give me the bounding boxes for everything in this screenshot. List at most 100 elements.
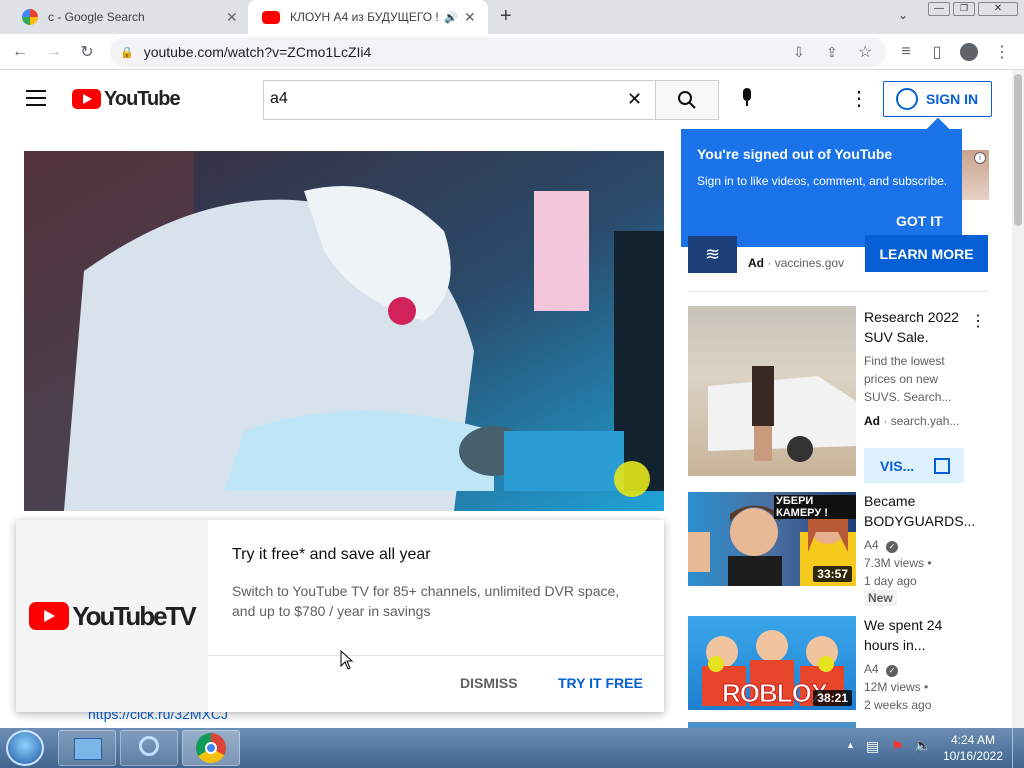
channel-name: A4 — [864, 662, 879, 676]
new-tab-icon[interactable]: + — [500, 5, 512, 28]
external-link-icon — [934, 457, 951, 474]
tab-youtube[interactable]: КЛОУН А4 из БУДУЩЕГО ! 🔊 ✕ — [248, 0, 488, 34]
search-input[interactable]: a4 ✕ — [263, 80, 656, 120]
taskbar-control-panel[interactable] — [58, 730, 116, 766]
tooltip-title: You're signed out of YouTube — [697, 146, 893, 162]
ad-info-icon[interactable]: i — [974, 152, 986, 164]
tooltip-body: Sign in to like videos, comment, and sub… — [697, 174, 948, 188]
ad-suv-title[interactable]: Research 2022 SUV Sale. — [864, 307, 969, 347]
windows-taskbar: ▲ ▤ ⚑ 🔈 4:24 AM 10/16/2022 — [0, 728, 1024, 768]
microphone-icon[interactable] — [739, 88, 755, 110]
view-count: 12M views — [864, 680, 921, 694]
video-title[interactable]: Became BODYGUARDS... — [864, 491, 975, 531]
youtube-play-icon — [72, 89, 101, 109]
back-arrow-icon[interactable]: ← — [8, 40, 32, 64]
show-desktop-button[interactable] — [1012, 728, 1024, 768]
profile-avatar-icon[interactable] — [957, 40, 981, 64]
install-icon[interactable]: ⇩ — [793, 44, 805, 61]
clock-time: 4:24 AM — [950, 733, 996, 747]
logo-text: YouTube — [104, 87, 181, 110]
dot-separator: · — [767, 256, 775, 270]
dot-separator: • — [924, 680, 929, 694]
taskbar-clock[interactable]: 4:24 AM 10/16/2022 — [940, 732, 1006, 764]
action-center-icon[interactable]: ⚑ — [891, 738, 904, 755]
thumbnail-text: ROBLOX — [721, 678, 828, 709]
verified-check-icon: ✓ — [886, 665, 899, 677]
lock-icon: 🔒 — [120, 46, 134, 59]
clear-search-icon[interactable]: ✕ — [627, 89, 642, 110]
tab-search-icon[interactable]: ⌄ — [898, 8, 908, 22]
ad-domain: search.yah... — [890, 414, 960, 428]
side-panel-icon[interactable]: ▯ — [925, 40, 949, 64]
scrollbar-thumb[interactable] — [1014, 74, 1022, 226]
close-tab-icon[interactable]: ✕ — [464, 9, 476, 26]
taskbar-search[interactable] — [120, 730, 178, 766]
video-channel[interactable]: A4 ✓ — [864, 536, 899, 554]
sign-in-button[interactable]: SIGN IN — [883, 81, 992, 117]
new-badge: New — [864, 590, 897, 606]
ad-suv-more-icon[interactable]: ⋮ — [970, 311, 986, 331]
got-it-button[interactable]: GOT IT — [896, 213, 943, 229]
browser-toolbar: ← → ↻ 🔒 youtube.com/watch?v=ZCmo1LcZIi4 … — [0, 34, 1024, 70]
share-icon[interactable]: ⇪ — [826, 44, 838, 61]
close-window-button[interactable]: ✕ — [978, 2, 1018, 16]
hamburger-menu-icon[interactable] — [26, 90, 46, 106]
signed-out-tooltip: You're signed out of YouTube Sign in to … — [681, 117, 962, 247]
ad-advertiser-logo[interactable]: ≋ — [688, 236, 737, 273]
ad-badge: Ad — [864, 414, 880, 428]
dismiss-button[interactable]: DISMISS — [460, 675, 518, 691]
promo-headline: Try it free* and save all year — [232, 546, 431, 563]
promo-logo-panel: YouTubeTV — [16, 520, 208, 712]
ad-suv-description: Find the lowest prices on new SUVS. Sear… — [864, 354, 952, 404]
video-channel[interactable]: A4 ✓ — [864, 660, 899, 678]
youtube-tv-play-icon — [29, 602, 70, 630]
upload-age: 1 day ago — [864, 574, 917, 588]
video-duration: 38:21 — [813, 690, 852, 706]
bookmark-star-icon[interactable]: ☆ — [858, 42, 872, 62]
settings-menu-icon[interactable]: ⋮ — [849, 86, 869, 111]
video-title[interactable]: We spent 24 hours in... — [864, 615, 964, 655]
learn-more-button[interactable]: LEARN MORE — [865, 235, 988, 272]
sign-in-label: SIGN IN — [926, 91, 979, 107]
video-duration: 33:57 — [813, 566, 852, 582]
video-player[interactable] — [24, 151, 664, 511]
youtube-tv-logo-text: YouTubeTV — [72, 600, 197, 631]
forward-arrow-icon[interactable]: → — [42, 40, 66, 64]
youtube-tv-promo-dialog: YouTubeTV Try it free* and save all year… — [16, 520, 664, 712]
ad-suv-meta: Ad · search.yah... — [864, 414, 959, 428]
close-tab-icon[interactable]: ✕ — [226, 9, 238, 26]
try-it-free-button[interactable]: TRY IT FREE — [558, 675, 643, 691]
ad-meta: Ad · vaccines.gov — [748, 256, 844, 270]
ad-suv-thumbnail[interactable] — [688, 306, 856, 476]
dot-separator: • — [927, 556, 932, 570]
channel-name: A4 — [864, 538, 879, 552]
video-thumbnail[interactable]: УБЕРИ КАМЕРУ ! 33:57 — [688, 492, 856, 586]
video-stats: 7.3M views • — [864, 554, 932, 572]
dot-separator: · — [883, 414, 891, 428]
address-bar[interactable]: 🔒 youtube.com/watch?v=ZCmo1LcZIi4 ⇩ ⇪ ☆ — [110, 37, 886, 67]
audio-playing-icon[interactable]: 🔊 — [444, 11, 458, 24]
browser-menu-icon[interactable]: ⋮ — [990, 40, 1014, 64]
promo-body: Switch to YouTube TV for 85+ channels, u… — [232, 583, 620, 619]
start-button[interactable] — [6, 730, 44, 766]
network-icon[interactable]: ▤ — [866, 738, 879, 755]
restore-window-button[interactable]: ❐ — [953, 2, 975, 16]
page-scrollbar[interactable] — [1012, 70, 1024, 728]
thumbnail-text: УБЕРИ КАМЕРУ ! — [774, 495, 856, 519]
youtube-logo[interactable]: YouTube — [72, 87, 181, 110]
media-control-icon[interactable]: ≡ — [894, 40, 918, 64]
promo-divider — [208, 655, 664, 656]
taskbar-chrome[interactable] — [182, 730, 240, 766]
account-icon — [896, 88, 918, 110]
show-hidden-icons-icon[interactable]: ▲ — [846, 740, 855, 750]
visit-site-button[interactable]: VIS... — [864, 448, 964, 483]
youtube-icon — [262, 10, 280, 24]
tab-title: c - Google Search — [48, 10, 145, 24]
url-text: youtube.com/watch?v=ZCmo1LcZIi4 — [143, 44, 372, 60]
volume-icon[interactable]: 🔈 — [914, 737, 931, 754]
video-thumbnail[interactable]: ROBLOX 38:21 — [688, 616, 856, 710]
tab-google-search[interactable]: c - Google Search ✕ — [8, 0, 248, 34]
search-button[interactable] — [655, 80, 719, 120]
minimize-window-button[interactable]: — — [928, 2, 950, 16]
reload-icon[interactable]: ↻ — [75, 40, 99, 64]
